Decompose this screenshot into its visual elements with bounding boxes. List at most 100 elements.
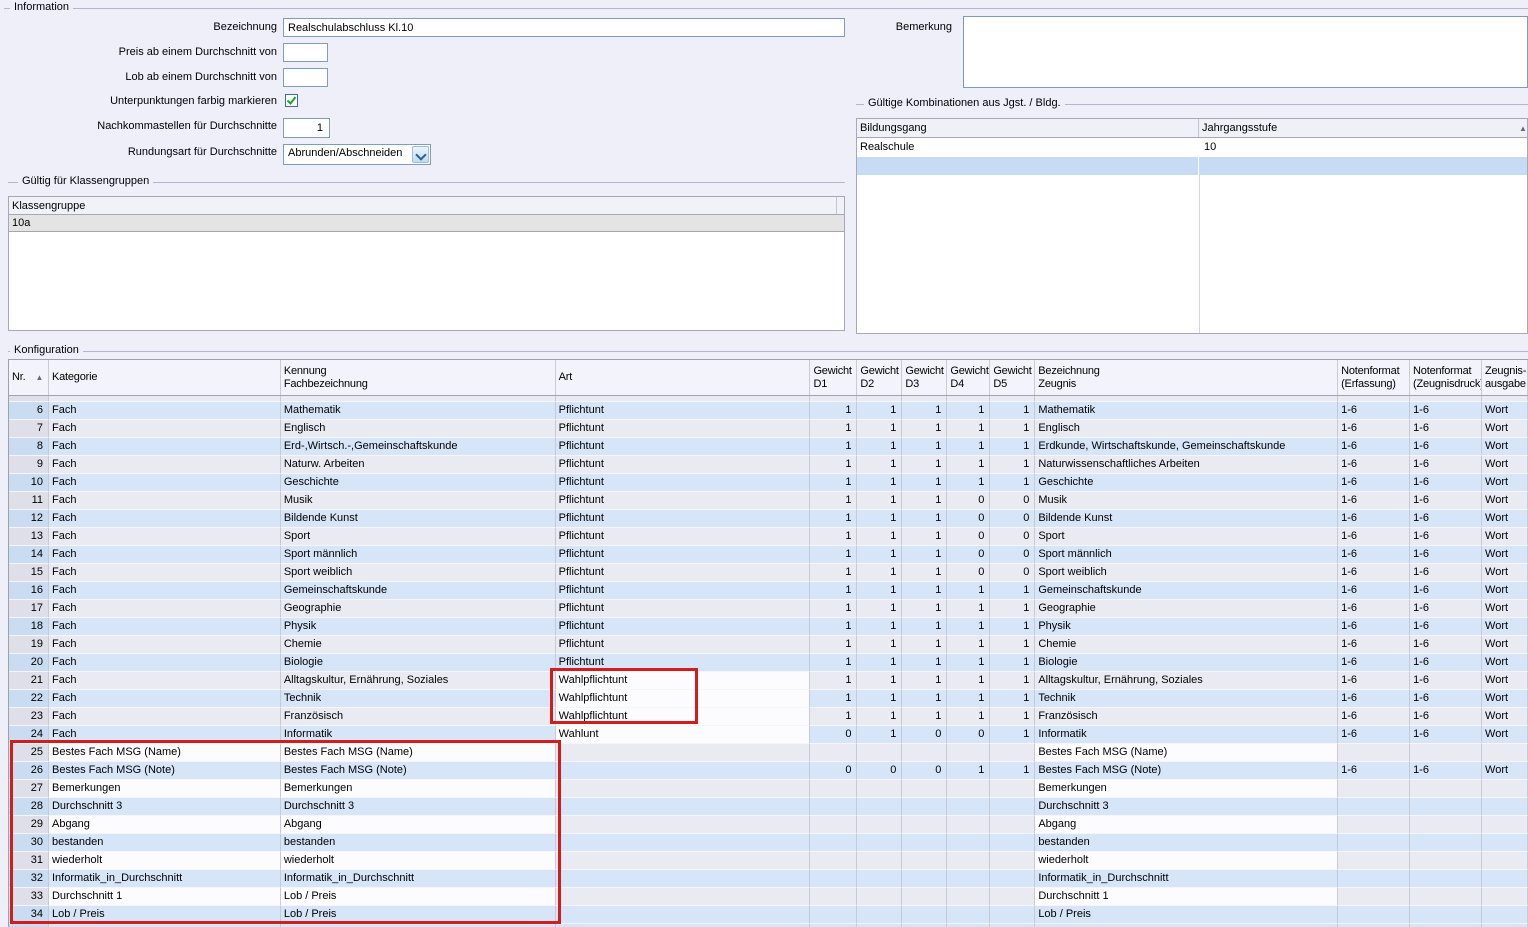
cell-kategorie[interactable]: bestanden [49, 834, 281, 852]
cell-d1[interactable]: 1 [810, 600, 857, 618]
cell-ausgabe[interactable]: Wort [1482, 582, 1528, 600]
table-row[interactable]: 33Durchschnitt 1Lob / PreisDurchschnitt … [9, 888, 1528, 906]
cell-nr[interactable]: 31 [9, 852, 49, 870]
cell-d5[interactable]: 1 [990, 396, 1035, 402]
cell-d4[interactable]: 1 [947, 618, 990, 636]
cell-nr[interactable]: 24 [9, 726, 49, 744]
column-header-bildungsgang[interactable]: Bildungsgang [857, 119, 1199, 137]
cell-kategorie[interactable]: Lob / Preis [49, 906, 281, 924]
cell-d3[interactable]: 1 [902, 474, 947, 492]
cell-nf_erfassung[interactable] [1338, 870, 1410, 888]
cell-nf_erfassung[interactable]: 1-6 [1338, 492, 1410, 510]
cell-d1[interactable]: 0 [810, 762, 857, 780]
cell-nf_erfassung[interactable]: 1-6 [1338, 654, 1410, 672]
cell-nf_erfassung[interactable] [1338, 852, 1410, 870]
cell-ausgabe[interactable]: Wort [1482, 456, 1528, 474]
cell-nf_druck[interactable]: 1-6 [1410, 690, 1482, 708]
cell-nf_erfassung[interactable]: 1-6 [1338, 546, 1410, 564]
kombinationen-row[interactable]: Realschule 10 [857, 138, 1527, 157]
cell-d2[interactable]: 1 [857, 510, 902, 528]
cell-d2[interactable]: 1 [857, 492, 902, 510]
cell-d5[interactable]: 1 [990, 654, 1035, 672]
table-row[interactable]: 21FachAlltagskultur, Ernährung, Soziales… [9, 672, 1528, 690]
cell-kategorie[interactable]: Fach [49, 510, 281, 528]
cell-kennung[interactable]: Technik [281, 690, 556, 708]
table-row[interactable]: 23FachFranzösischWahlpflichtunt11111Fran… [9, 708, 1528, 726]
nachkommastellen-input[interactable] [283, 118, 330, 138]
cell-bezeichnung[interactable]: Naturwissenschaftliches Arbeiten [1035, 456, 1338, 474]
cell-nf_druck[interactable] [1410, 744, 1482, 762]
cell-d1[interactable] [810, 834, 857, 852]
cell-d3[interactable]: 1 [902, 528, 947, 546]
cell-bezeichnung[interactable]: Mathematik [1035, 402, 1338, 420]
cell-nr[interactable]: 18 [9, 618, 49, 636]
cell-art[interactable]: Pflichtunt [556, 438, 811, 456]
cell-d4[interactable]: 1 [947, 762, 990, 780]
cell-nf_druck[interactable]: 1-6 [1410, 636, 1482, 654]
cell-nr[interactable]: 34 [9, 906, 49, 924]
cell-ausgabe[interactable] [1482, 816, 1528, 834]
cell-bezeichnung[interactable]: Deutsch [1035, 396, 1338, 402]
cell-d2[interactable]: 1 [857, 546, 902, 564]
cell-d3[interactable] [902, 852, 947, 870]
cell-kennung[interactable]: wiederholt [281, 852, 556, 870]
cell-nf_erfassung[interactable]: 1-6 [1338, 510, 1410, 528]
cell-d1[interactable]: 1 [810, 582, 857, 600]
cell-d2[interactable] [857, 798, 902, 816]
cell-d3[interactable]: 1 [902, 582, 947, 600]
cell-art[interactable]: Pflichtunt [556, 528, 811, 546]
cell-bezeichnung[interactable]: Sport weiblich [1035, 564, 1338, 582]
cell-nr[interactable]: 15 [9, 564, 49, 582]
cell-d2[interactable] [857, 744, 902, 762]
table-row[interactable]: 29AbgangAbgangAbgang [9, 816, 1528, 834]
cell-d5[interactable]: 1 [990, 420, 1035, 438]
cell-d2[interactable]: 1 [857, 618, 902, 636]
cell-d1[interactable] [810, 816, 857, 834]
cell-nr[interactable]: 29 [9, 816, 49, 834]
cell-nr[interactable]: 22 [9, 690, 49, 708]
cell-bezeichnung[interactable]: Geographie [1035, 600, 1338, 618]
cell-d5[interactable]: 0 [990, 492, 1035, 510]
cell-d4[interactable]: 1 [947, 474, 990, 492]
table-row[interactable]: 12FachBildende KunstPflichtunt11100Bilde… [9, 510, 1528, 528]
cell-kategorie[interactable]: Fach [49, 672, 281, 690]
cell-art[interactable]: Wahlpflichtunt [556, 708, 811, 726]
preis-input[interactable] [283, 43, 328, 62]
cell-d2[interactable]: 1 [857, 528, 902, 546]
cell-d3[interactable]: 1 [902, 510, 947, 528]
cell-d4[interactable] [947, 834, 990, 852]
cell-d1[interactable] [810, 798, 857, 816]
cell-ausgabe[interactable]: Wort [1482, 726, 1528, 744]
cell-d4[interactable] [947, 888, 990, 906]
cell-d4[interactable] [947, 780, 990, 798]
cell-d3[interactable] [902, 816, 947, 834]
cell-kategorie[interactable]: Informatik_in_Durchschnitt [49, 870, 281, 888]
cell-nf_erfassung[interactable]: 1-6 [1338, 420, 1410, 438]
cell-nf_druck[interactable]: 1-6 [1410, 762, 1482, 780]
cell-art[interactable]: Pflichtunt [556, 510, 811, 528]
unterpunktungen-checkbox[interactable] [285, 94, 298, 107]
cell-art[interactable] [556, 906, 811, 924]
cell-ausgabe[interactable] [1482, 834, 1528, 852]
cell-nf_druck[interactable]: 1-6 [1410, 438, 1482, 456]
cell-bezeichnung[interactable]: Gemeinschaftskunde [1035, 582, 1338, 600]
column-header-jahrgangsstufe[interactable]: Jahrgangsstufe [1199, 119, 1521, 137]
cell-nr[interactable]: 26 [9, 762, 49, 780]
column-header-kennung[interactable]: KennungFachbezeichnung [281, 360, 556, 395]
cell-d1[interactable] [810, 852, 857, 870]
cell-d2[interactable]: 1 [857, 690, 902, 708]
cell-d4[interactable]: 1 [947, 690, 990, 708]
cell-d1[interactable]: 1 [810, 492, 857, 510]
cell-bezeichnung[interactable]: Musik [1035, 492, 1338, 510]
cell-d1[interactable] [810, 906, 857, 924]
cell-ausgabe[interactable]: Wort [1482, 564, 1528, 582]
cell-art[interactable] [556, 780, 811, 798]
cell-d5[interactable] [990, 888, 1035, 906]
cell-nf_erfassung[interactable] [1338, 888, 1410, 906]
cell-bezeichnung[interactable]: Technik [1035, 690, 1338, 708]
table-row[interactable]: 10FachGeschichtePflichtunt11111Geschicht… [9, 474, 1528, 492]
table-row[interactable]: 17FachGeographiePflichtunt11111Geographi… [9, 600, 1528, 618]
cell-ausgabe[interactable] [1482, 888, 1528, 906]
cell-d4[interactable] [947, 852, 990, 870]
cell-art[interactable]: Pflichtunt [556, 402, 811, 420]
